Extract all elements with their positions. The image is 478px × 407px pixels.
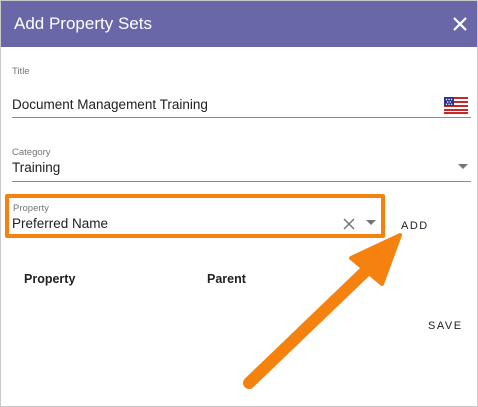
category-underline: [12, 181, 471, 182]
highlight-box: [5, 194, 385, 238]
us-flag-icon[interactable]: [444, 97, 468, 114]
title-underline: [12, 117, 471, 118]
column-header-parent: Parent: [207, 272, 246, 286]
save-button[interactable]: SAVE: [428, 320, 463, 332]
add-property-sets-dialog: Add Property Sets Title Document Managem…: [0, 0, 478, 407]
title-input[interactable]: Document Management Training: [12, 97, 208, 112]
close-icon[interactable]: [449, 13, 471, 35]
column-header-property: Property: [24, 272, 76, 286]
category-field-label: Category: [12, 147, 51, 158]
dialog-header: Add Property Sets: [1, 1, 477, 47]
dialog-title: Add Property Sets: [14, 14, 152, 33]
chevron-down-icon[interactable]: [458, 164, 468, 170]
title-field-label: Title: [12, 66, 30, 77]
category-select[interactable]: Training: [12, 160, 60, 175]
add-button[interactable]: ADD: [401, 220, 429, 232]
